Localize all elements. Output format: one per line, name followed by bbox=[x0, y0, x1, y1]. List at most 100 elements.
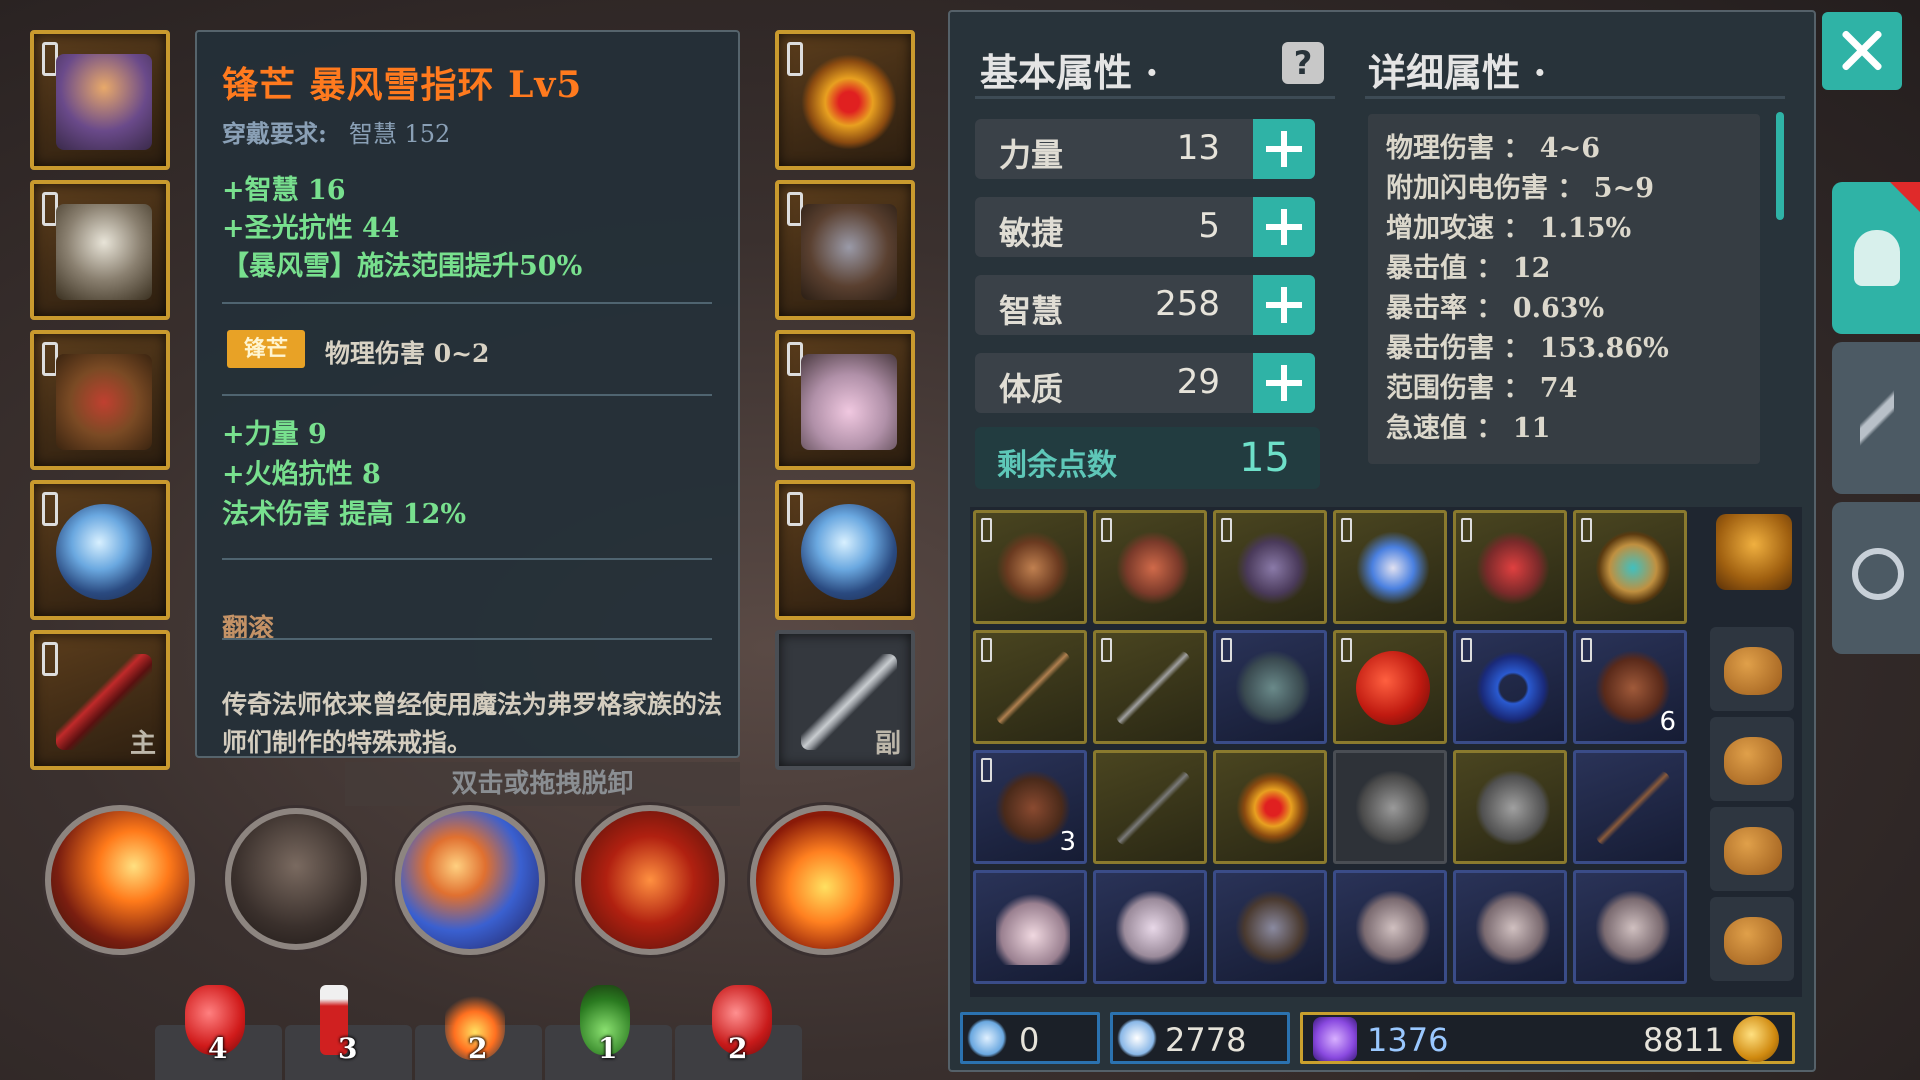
main-weapon-slot[interactable]: 主 bbox=[30, 630, 170, 770]
lock-icon bbox=[1581, 518, 1592, 542]
boots-slot[interactable] bbox=[775, 330, 915, 470]
helmet-icon bbox=[56, 54, 152, 150]
inventory-slot[interactable] bbox=[1333, 750, 1447, 864]
stat-strength: 力量 13 bbox=[975, 119, 1315, 179]
inventory-slot[interactable] bbox=[1573, 870, 1687, 984]
detail-row: 暴击率 ： 0.63% bbox=[1386, 293, 1605, 324]
character-panel: 基本属性 · ? 详细属性 · 力量 13 敏捷 5 智慧 258 体质 29 … bbox=[948, 10, 1816, 1072]
pouch-icon bbox=[1724, 737, 1782, 785]
gloves-weapon-icon bbox=[1860, 378, 1894, 458]
inventory-slot[interactable] bbox=[1213, 870, 1327, 984]
fire-orb-skill-button[interactable] bbox=[575, 805, 725, 955]
close-button[interactable] bbox=[1822, 12, 1902, 90]
potion-count: 4 bbox=[208, 1032, 228, 1065]
inventory-slot[interactable] bbox=[1213, 750, 1327, 864]
inventory-slot[interactable] bbox=[1333, 510, 1447, 624]
amulet-icon bbox=[801, 54, 897, 150]
stone-skill-button[interactable] bbox=[225, 808, 367, 950]
potion-count: 2 bbox=[728, 1032, 748, 1065]
detail-stats-list[interactable]: 物理伤害 ： 4~6 附加闪电伤害 ： 5~9 增加攻速 ： 1.15% 暴击值… bbox=[1368, 114, 1760, 464]
gloves-slot[interactable] bbox=[775, 180, 915, 320]
bag-slot[interactable] bbox=[1710, 897, 1794, 981]
help-icon[interactable]: ? bbox=[1282, 42, 1324, 84]
inventory-slot[interactable] bbox=[1573, 750, 1687, 864]
requirement-value: 智慧 152 bbox=[348, 120, 451, 148]
staff-icon bbox=[1236, 531, 1310, 605]
tab-weapons[interactable] bbox=[1832, 342, 1920, 494]
inventory-slot[interactable]: 3 bbox=[973, 750, 1087, 864]
inventory-slot[interactable] bbox=[1453, 870, 1567, 984]
divider bbox=[222, 558, 712, 560]
lock-icon bbox=[981, 638, 992, 662]
staff-icon bbox=[1356, 531, 1430, 605]
bag-slot[interactable] bbox=[1710, 807, 1794, 891]
lock-icon bbox=[787, 492, 803, 526]
armor-icon bbox=[1356, 771, 1430, 845]
pouch-icon bbox=[1724, 917, 1782, 965]
add-agility-button[interactable] bbox=[1253, 197, 1315, 257]
inventory-slot[interactable] bbox=[1213, 510, 1327, 624]
sword-icon bbox=[1596, 771, 1670, 845]
inventory-slot[interactable] bbox=[1213, 630, 1327, 744]
boots-icon bbox=[1236, 891, 1310, 965]
inventory-slot[interactable] bbox=[1453, 510, 1567, 624]
inventory-slot[interactable] bbox=[1093, 870, 1207, 984]
armor-slot[interactable] bbox=[30, 330, 170, 470]
item-requirement: 穿戴要求: 智慧 152 bbox=[222, 114, 450, 149]
target-icon bbox=[1852, 548, 1904, 600]
bag-slot[interactable] bbox=[1710, 627, 1794, 711]
offhand-slot[interactable]: 副 bbox=[775, 630, 915, 770]
lock-icon bbox=[1221, 638, 1232, 662]
ring-slot-1[interactable] bbox=[30, 480, 170, 620]
soul-value: 2778 bbox=[1165, 1021, 1247, 1059]
red-orb-icon bbox=[1356, 651, 1430, 725]
inventory-slot[interactable] bbox=[1333, 630, 1447, 744]
staff-icon bbox=[996, 531, 1070, 605]
meteor-skill-button[interactable] bbox=[395, 805, 545, 955]
inventory-slot[interactable] bbox=[1093, 630, 1207, 744]
inventory-slot[interactable] bbox=[973, 630, 1087, 744]
purple-gem-icon bbox=[1313, 1017, 1357, 1061]
basic-attributes-label: 基本属性 bbox=[980, 50, 1133, 95]
inventory-slot[interactable] bbox=[1573, 510, 1687, 624]
staff-icon bbox=[996, 651, 1070, 725]
add-constitution-button[interactable] bbox=[1253, 353, 1315, 413]
add-wisdom-button[interactable] bbox=[1253, 275, 1315, 335]
stat-agility: 敏捷 5 bbox=[975, 197, 1315, 257]
amulet-slot[interactable] bbox=[775, 30, 915, 170]
shoulder-slot[interactable] bbox=[30, 180, 170, 320]
bag-slot[interactable] bbox=[1710, 717, 1794, 801]
ring-slot-2[interactable] bbox=[775, 480, 915, 620]
tab-settings[interactable] bbox=[1832, 502, 1920, 654]
inferno-skill-button[interactable] bbox=[750, 805, 900, 955]
inventory-slot[interactable] bbox=[1333, 870, 1447, 984]
inventory-slot[interactable] bbox=[1093, 510, 1207, 624]
inventory-slot[interactable] bbox=[1093, 750, 1207, 864]
detail-scrollbar[interactable] bbox=[1776, 112, 1784, 220]
inventory-slot[interactable] bbox=[973, 870, 1087, 984]
inventory-slot[interactable] bbox=[1453, 750, 1567, 864]
spear-icon bbox=[1116, 771, 1190, 845]
stat-value: 258 bbox=[1155, 284, 1220, 324]
bonus-line: 【暴风雪】施法范围提升50% bbox=[222, 251, 583, 282]
tab-equipment[interactable] bbox=[1832, 182, 1920, 334]
stat-wisdom: 智慧 258 bbox=[975, 275, 1315, 335]
remaining-points: 剩余点数 15 bbox=[975, 427, 1320, 489]
backpack-button[interactable] bbox=[1710, 510, 1794, 594]
shoulder-armor-icon bbox=[56, 204, 152, 300]
inventory-slot[interactable]: 6 bbox=[1573, 630, 1687, 744]
detail-attributes-header[interactable]: 详细属性 · bbox=[1368, 42, 1546, 97]
unequip-hint: 双击或拖拽脱卸 bbox=[345, 762, 740, 806]
inventory-slot[interactable] bbox=[1453, 630, 1567, 744]
detail-row: 增加攻速 ： 1.15% bbox=[1386, 213, 1632, 244]
ring-icon bbox=[56, 504, 152, 600]
helmet-slot[interactable] bbox=[30, 30, 170, 170]
basic-attributes-header[interactable]: 基本属性 · bbox=[980, 42, 1158, 97]
item-tooltip: 锋芒 暴风雪指环 Lv5 穿戴要求: 智慧 152 +智慧 16 +圣光抗性 44… bbox=[195, 30, 740, 758]
inventory-slot[interactable] bbox=[973, 510, 1087, 624]
lock-icon bbox=[1341, 518, 1352, 542]
remaining-points-label: 剩余点数 bbox=[997, 448, 1117, 483]
fireball-skill-button[interactable] bbox=[45, 805, 195, 955]
detail-row: 附加闪电伤害 ： 5~9 bbox=[1386, 173, 1654, 204]
add-strength-button[interactable] bbox=[1253, 119, 1315, 179]
